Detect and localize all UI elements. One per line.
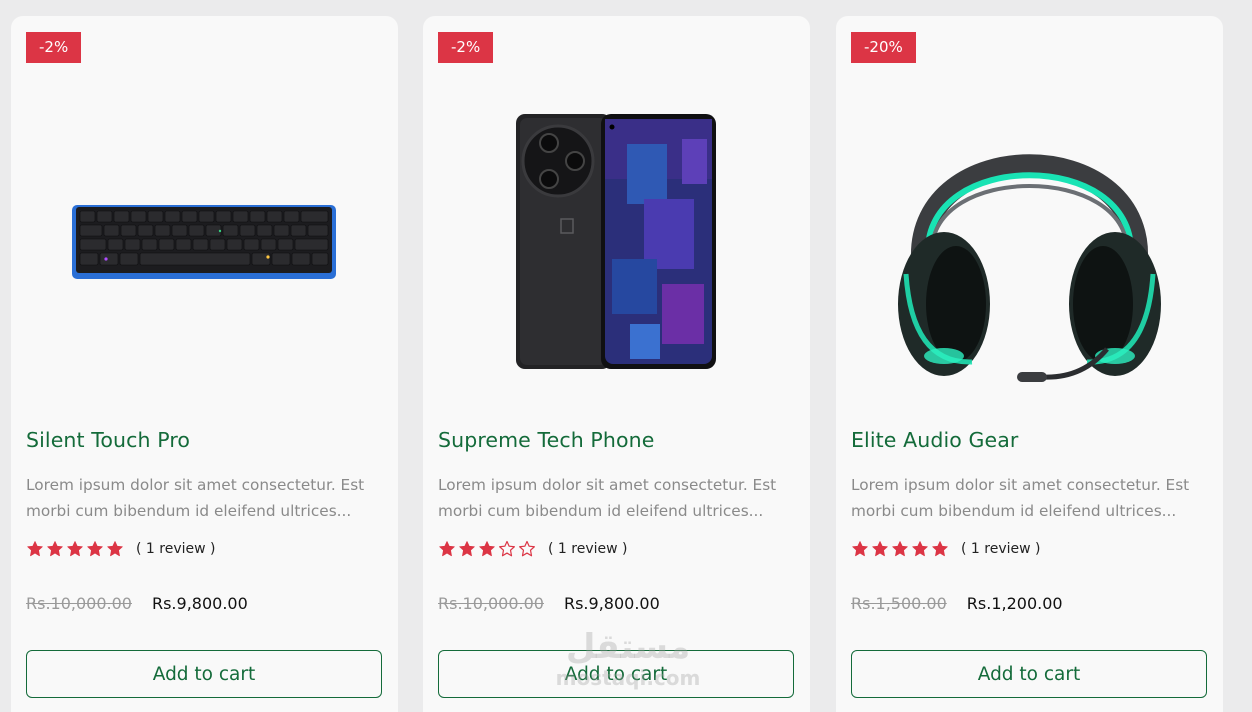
product-description: Lorem ipsum dolor sit amet consectetur. … (26, 472, 386, 524)
product-grid: -2% Silent Touch Pro Lorem ipsum dolor s… (0, 0, 1252, 712)
star-filled-icon (438, 540, 456, 558)
discount-badge: -2% (26, 32, 82, 63)
product-image[interactable] (836, 76, 1223, 406)
review-count: ( 1 review ) (136, 541, 216, 557)
keyboard-image (71, 205, 336, 279)
star-filled-icon (46, 540, 64, 558)
product-card[interactable]: -2% Supreme Tech Phone Lorem ipsum dolor… (423, 16, 810, 712)
product-description: Lorem ipsum dolor sit amet consectetur. … (438, 472, 798, 524)
add-to-cart-button[interactable]: Add to cart (438, 650, 794, 698)
product-title[interactable]: Supreme Tech Phone (438, 428, 654, 452)
star-filled-icon (458, 540, 476, 558)
sale-price: Rs.9,800.00 (563, 594, 660, 613)
description-line: morbi cum bibendum id eleifend ultrices.… (438, 502, 764, 520)
price-block: Rs.1,500.00 Rs.1,200.00 (851, 594, 1063, 613)
price-block: Rs.10,000.00 Rs.9,800.00 (438, 594, 660, 613)
description-line: Lorem ipsum dolor sit amet consectetur. … (26, 476, 365, 494)
star-rating (851, 540, 949, 558)
price-block: Rs.10,000.00 Rs.9,800.00 (26, 594, 248, 613)
product-description: Lorem ipsum dolor sit amet consectetur. … (851, 472, 1211, 524)
discount-badge: -2% (438, 32, 494, 63)
original-price: Rs.10,000.00 (26, 594, 132, 613)
star-filled-icon (66, 540, 84, 558)
rating: ( 1 review ) (851, 540, 1040, 558)
star-filled-icon (106, 540, 124, 558)
star-rating (438, 540, 536, 558)
description-line: morbi cum bibendum id eleifend ultrices.… (851, 502, 1177, 520)
review-count: ( 1 review ) (548, 541, 628, 557)
description-line: morbi cum bibendum id eleifend ultrices.… (26, 502, 352, 520)
star-filled-icon (478, 540, 496, 558)
product-title[interactable]: Elite Audio Gear (851, 428, 1018, 452)
sale-price: Rs.1,200.00 (966, 594, 1063, 613)
star-filled-icon (86, 540, 104, 558)
product-card[interactable]: -20% Elite Audio Gear Lorem ipsum dolor … (836, 16, 1223, 712)
original-price: Rs.10,000.00 (438, 594, 544, 613)
rating: ( 1 review ) (26, 540, 215, 558)
star-empty-icon (518, 540, 536, 558)
add-to-cart-button[interactable]: Add to cart (851, 650, 1207, 698)
star-empty-icon (498, 540, 516, 558)
product-card[interactable]: -2% Silent Touch Pro Lorem ipsum dolor s… (11, 16, 398, 712)
description-line: Lorem ipsum dolor sit amet consectetur. … (851, 476, 1190, 494)
discount-badge: -20% (851, 32, 916, 63)
star-filled-icon (871, 540, 889, 558)
rating: ( 1 review ) (438, 540, 627, 558)
star-filled-icon (911, 540, 929, 558)
product-title[interactable]: Silent Touch Pro (26, 428, 190, 452)
star-rating (26, 540, 124, 558)
product-image[interactable] (423, 76, 810, 406)
star-filled-icon (931, 540, 949, 558)
headphones-image (898, 153, 1161, 382)
product-image[interactable] (11, 76, 398, 406)
review-count: ( 1 review ) (961, 541, 1041, 557)
original-price: Rs.1,500.00 (851, 594, 947, 613)
sale-price: Rs.9,800.00 (151, 594, 248, 613)
star-filled-icon (851, 540, 869, 558)
add-to-cart-button[interactable]: Add to cart (26, 650, 382, 698)
description-line: Lorem ipsum dolor sit amet consectetur. … (438, 476, 777, 494)
star-filled-icon (891, 540, 909, 558)
phone-image (515, 113, 716, 369)
star-filled-icon (26, 540, 44, 558)
